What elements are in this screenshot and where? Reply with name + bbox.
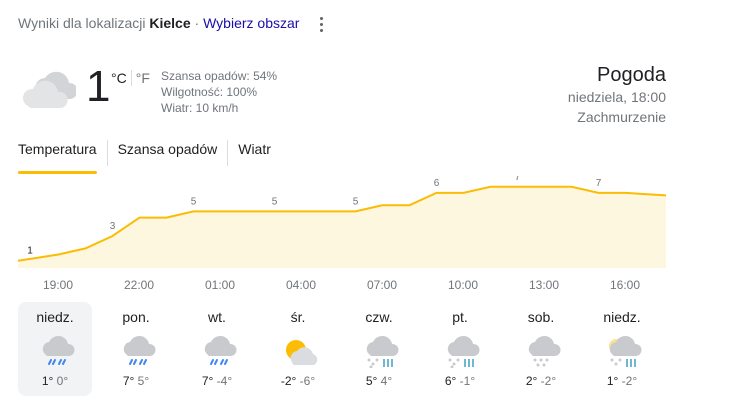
location-prefix: Wyniki dla lokalizacji xyxy=(18,15,146,31)
day-7[interactable]: niedz. 1° -2° xyxy=(585,302,659,396)
tab-temperature[interactable]: Temperatura xyxy=(18,140,107,174)
day-name: sob. xyxy=(527,309,555,325)
day-high: 6° xyxy=(444,374,457,388)
day-low: -2° xyxy=(621,374,638,388)
unit-fahrenheit[interactable]: °F xyxy=(136,70,150,86)
hour-label: 10:00 xyxy=(447,278,479,292)
sleet-icon xyxy=(366,335,399,368)
current-details: Szansa opadów: 54% Wilgotność: 100% Wiat… xyxy=(161,68,277,116)
weather-header: Pogoda niedziela, 18:00 Zachmurzenie xyxy=(568,63,666,127)
day-high: 7° xyxy=(201,374,214,388)
unit-celsius[interactable]: °C xyxy=(111,70,127,86)
temperature-label: 5 xyxy=(353,196,359,207)
temperature-label: 7 xyxy=(596,178,602,189)
temperature-label: 6 xyxy=(434,178,440,189)
location-city: Kielce xyxy=(149,15,191,31)
temperature-label: 5 xyxy=(191,196,197,207)
sleet-icon xyxy=(447,335,480,368)
snow-cloud-icon xyxy=(528,335,561,367)
day-name: śr. xyxy=(290,309,306,325)
day-low: 4° xyxy=(380,374,393,388)
tab-wind[interactable]: Wiatr xyxy=(227,140,281,166)
day-2[interactable]: wt. 7° -4° xyxy=(180,302,254,396)
day-high: 7° xyxy=(122,374,135,388)
hour-label: 19:00 xyxy=(42,278,74,292)
temperature-label: 7 xyxy=(515,176,521,183)
temperature-label: 1 xyxy=(27,246,33,257)
day-name: pon. xyxy=(122,309,150,325)
hour-label: 16:00 xyxy=(609,278,641,292)
day-low: -4° xyxy=(216,374,233,388)
day-name: pt. xyxy=(452,309,468,325)
day-name: czw. xyxy=(365,309,393,325)
unit-toggle: °C °F xyxy=(111,70,150,86)
weather-datetime: niedziela, 18:00 xyxy=(567,89,666,105)
weather-condition: Zachmurzenie xyxy=(577,109,666,125)
day-high: 1° xyxy=(41,374,54,388)
hour-axis: 19:00 22:00 01:00 04:00 07:00 10:00 13:00 16:00 xyxy=(18,278,666,294)
day-high: 2° xyxy=(525,374,538,388)
rain-cloud-icon xyxy=(123,335,156,365)
day-name: niedz. xyxy=(36,309,74,325)
more-options-icon[interactable] xyxy=(314,14,328,36)
day-low: -6° xyxy=(299,374,316,388)
weather-tabs: Temperatura Szansa opadów Wiatr xyxy=(18,140,281,174)
temperature-label: 3 xyxy=(110,221,116,232)
hour-label: 22:00 xyxy=(123,278,155,292)
day-low: -2° xyxy=(540,374,557,388)
sleet-sun-icon xyxy=(609,335,642,367)
day-6[interactable]: sob. 2° -2° xyxy=(504,302,578,396)
cloudy-icon xyxy=(23,71,76,108)
day-high: 1° xyxy=(606,374,619,388)
location-separator: · xyxy=(194,15,200,31)
partly-sunny-icon xyxy=(286,340,318,365)
current-temperature: 1 xyxy=(86,62,111,111)
tab-precipitation[interactable]: Szansa opadów xyxy=(106,140,228,166)
day-name: niedz. xyxy=(603,309,641,325)
day-3[interactable]: śr. -2° -6° xyxy=(261,302,335,396)
rain-cloud-icon xyxy=(204,335,237,365)
day-4[interactable]: czw. 5° 4° xyxy=(342,302,416,396)
day-high: 5° xyxy=(365,374,378,388)
temperature-chart: 1 3 5 5 5 6 7 7 xyxy=(18,176,666,268)
wind-speed: Wiatr: 10 km/h xyxy=(161,101,239,115)
precip-chance: Szansa opadów: 54% xyxy=(161,69,278,83)
temperature-label: 5 xyxy=(272,196,278,207)
day-name: wt. xyxy=(208,309,226,325)
day-high: -2° xyxy=(280,374,297,388)
day-low: 5° xyxy=(137,374,150,388)
hour-label: 01:00 xyxy=(204,278,236,292)
hour-label: 07:00 xyxy=(366,278,398,292)
location-line: Wyniki dla lokalizacji Kielce · Wybierz … xyxy=(18,15,299,31)
choose-area-link[interactable]: Wybierz obszar xyxy=(203,15,299,31)
day-low: -1° xyxy=(459,374,476,388)
rain-cloud-icon xyxy=(42,335,75,365)
weather-title: Pogoda xyxy=(597,64,666,86)
hour-label: 13:00 xyxy=(528,278,560,292)
hour-label: 04:00 xyxy=(285,278,317,292)
day-0[interactable]: niedz. 1° 0° xyxy=(18,302,92,396)
day-1[interactable]: pon. 7° 5° xyxy=(99,302,173,396)
humidity: Wilgotność: 100% xyxy=(161,85,258,99)
daily-forecast: niedz. 1° 0° pon. 7° 5° wt. 7° -4° śr. -2° -6° c… xyxy=(18,302,666,396)
day-5[interactable]: pt. 6° -1° xyxy=(423,302,497,396)
day-low: 0° xyxy=(56,374,69,388)
